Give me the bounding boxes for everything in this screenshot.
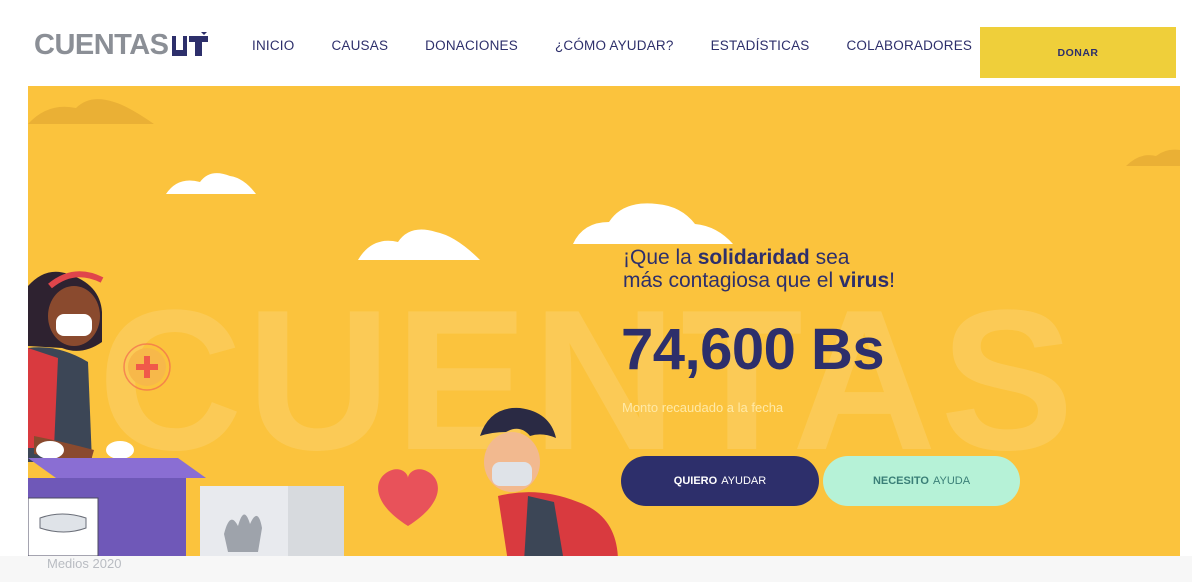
tagline-text: más contagiosa que el: [623, 269, 839, 292]
heart-icon: [378, 469, 438, 526]
raised-amount: 74,600 Bs: [621, 317, 885, 382]
need-help-button[interactable]: NECESITO AYUDA: [823, 456, 1020, 506]
want-to-help-button[interactable]: QUIERO AYUDAR: [621, 456, 819, 506]
tagline-text: ¡Que la: [623, 246, 698, 269]
logo-text: CUENTAS: [34, 28, 169, 61]
logo-mark-icon: [171, 32, 211, 58]
button-label: AYUDAR: [721, 475, 767, 487]
donation-box-icon: [28, 458, 206, 556]
nav-colaboradores[interactable]: COLABORADORES: [846, 38, 972, 53]
nav-causas[interactable]: CAUSAS: [331, 38, 388, 53]
main-nav: INICIO CAUSAS DONACIONES ¿CÓMO AYUDAR? E…: [252, 38, 1009, 53]
bottom-text: Medios 2020: [47, 556, 122, 571]
nav-donaciones[interactable]: DONACIONES: [425, 38, 518, 53]
tagline-bold: virus: [838, 269, 890, 292]
supply-box-icon: [200, 486, 344, 556]
volunteer-woman-figure: [28, 271, 134, 464]
volunteer-man-figure: [480, 407, 618, 556]
raised-amount-caption: Monto recaudado a la fecha: [622, 400, 784, 415]
donate-button[interactable]: DONAR: [980, 27, 1176, 78]
button-label-strong: QUIERO: [673, 475, 718, 487]
tagline-text: sea: [809, 246, 850, 269]
button-label-strong: NECESITO: [872, 475, 929, 487]
tagline-text: !: [889, 269, 896, 292]
cloud-icon: [28, 99, 1180, 166]
bottom-strip: Medios 2020: [0, 556, 1192, 582]
nav-estadisticas[interactable]: ESTADÍSTICAS: [711, 38, 810, 53]
nav-inicio[interactable]: INICIO: [252, 38, 294, 53]
hero-tagline: ¡Que la solidaridad sea más contagiosa q…: [623, 246, 895, 292]
plus-icon: [123, 343, 171, 391]
site-header: CUENTAS INICIO CAUSAS DONACIONES ¿CÓMO A…: [0, 0, 1192, 86]
logo[interactable]: CUENTAS: [34, 28, 211, 62]
tagline-bold: solidaridad: [697, 246, 810, 269]
nav-como-ayudar[interactable]: ¿CÓMO AYUDAR?: [555, 38, 674, 53]
hero-banner: CUENTAS ¡Que la solidaridad sea más cont…: [28, 86, 1180, 556]
button-label: AYUDA: [932, 475, 971, 487]
